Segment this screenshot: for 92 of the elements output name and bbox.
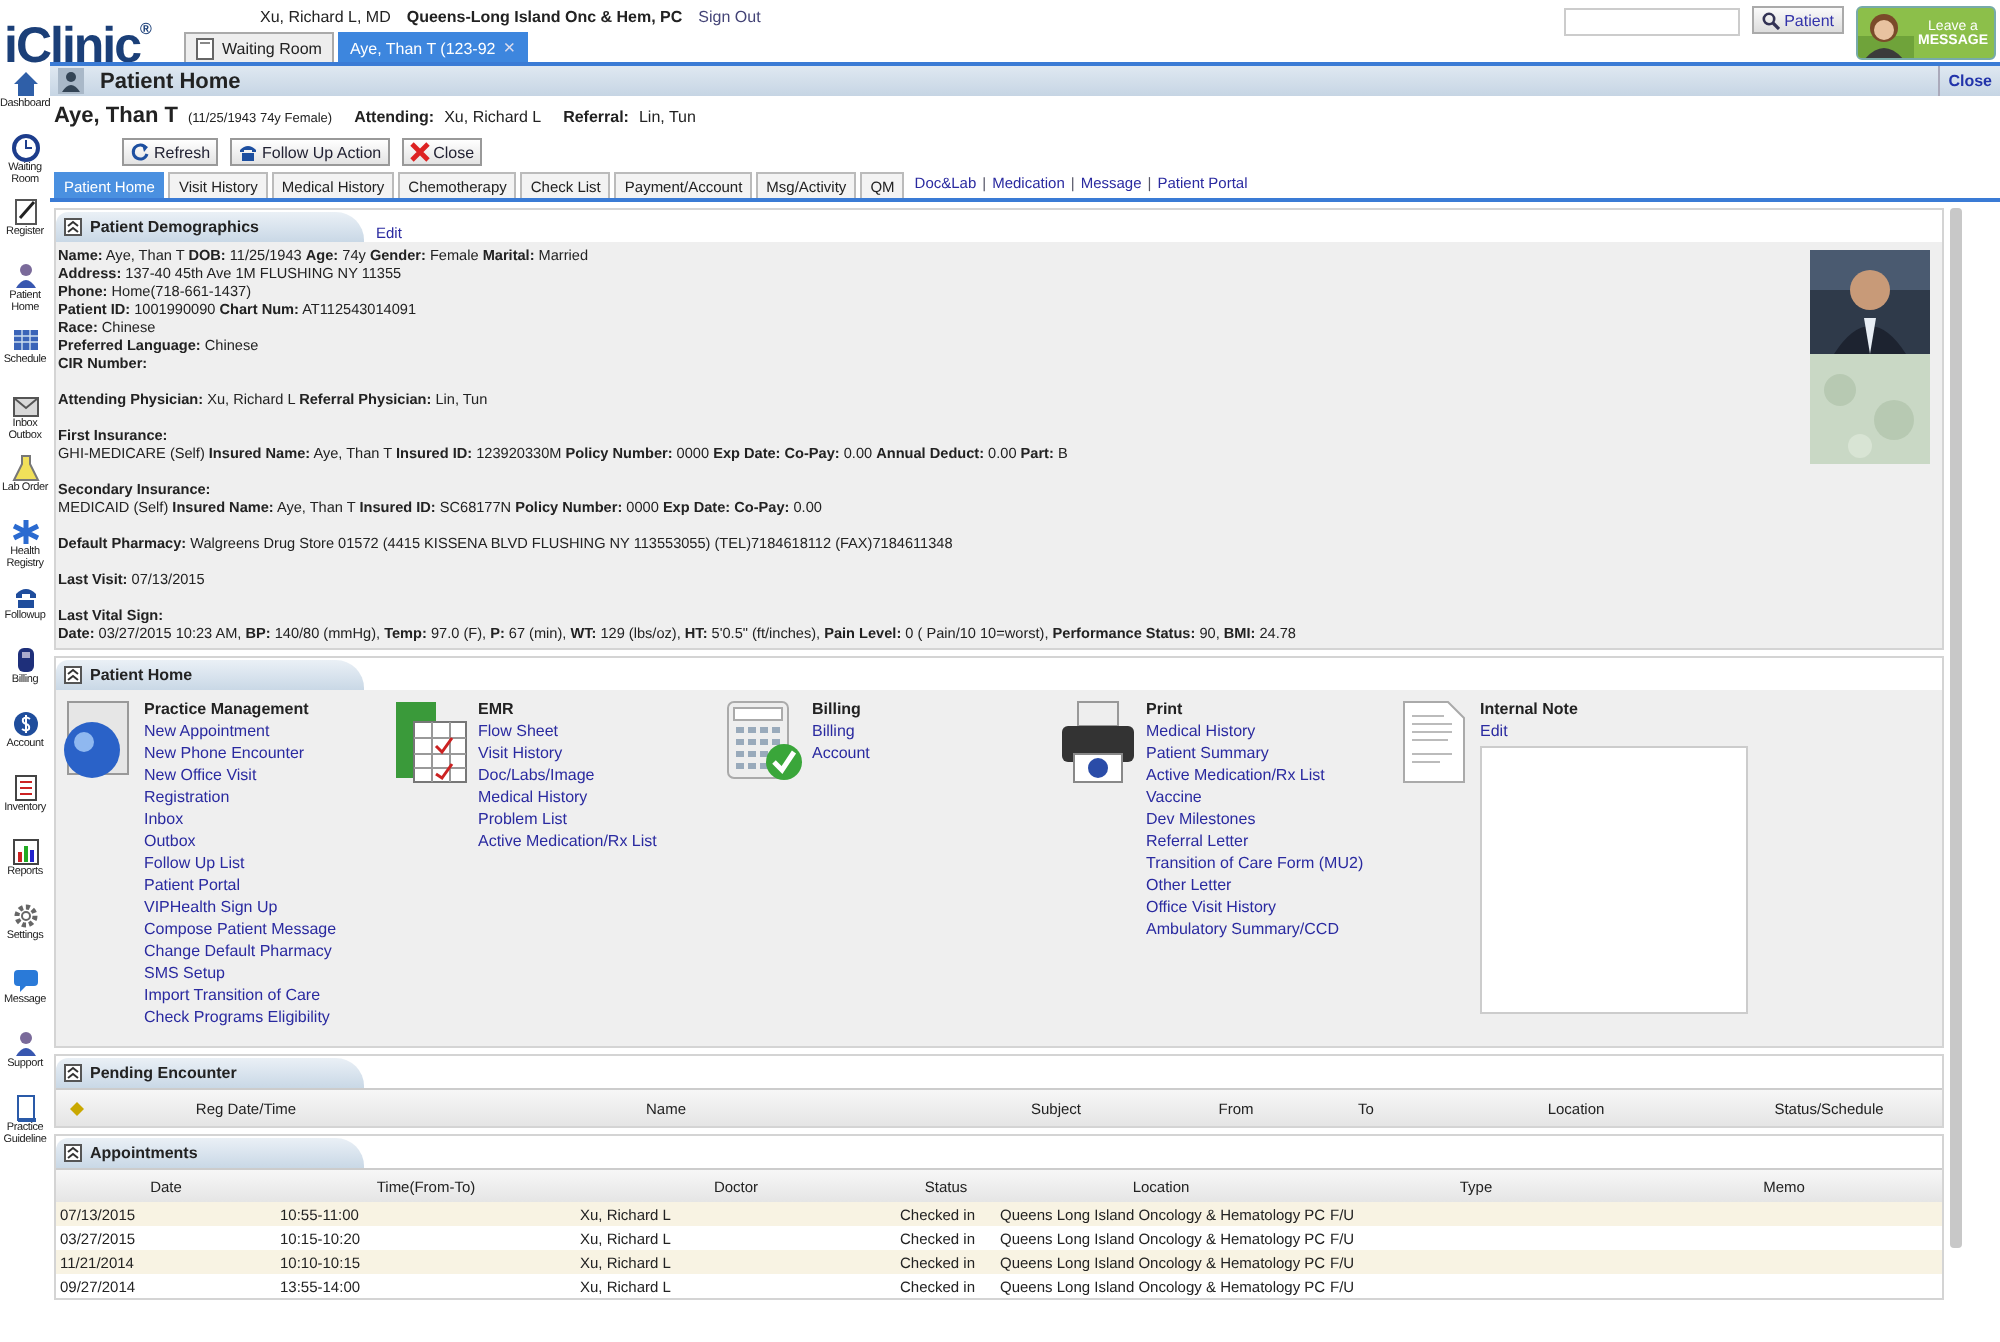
action-link[interactable]: Change Default Pharmacy	[144, 940, 332, 962]
collapse-icon[interactable]	[64, 218, 82, 236]
group-title: Practice Management	[144, 698, 309, 720]
speech-bubble-icon	[11, 966, 39, 994]
person-icon	[11, 1030, 39, 1058]
search-icon	[1762, 11, 1781, 29]
section-title: Patient Demographics	[90, 218, 259, 236]
action-link[interactable]: Other Letter	[1146, 874, 1232, 896]
person-icon	[58, 68, 84, 94]
action-link[interactable]: Patient Portal	[144, 874, 241, 896]
action-link[interactable]: Medical History	[1146, 720, 1256, 742]
collapse-icon[interactable]	[64, 1144, 82, 1162]
tab-label: Aye, Than T (123-92	[349, 39, 496, 57]
action-link[interactable]: Registration	[144, 786, 230, 808]
action-link[interactable]: Referral Letter	[1146, 830, 1249, 852]
action-link[interactable]: Follow Up List	[144, 852, 245, 874]
action-link[interactable]: Outbox	[144, 830, 196, 852]
medical-star-icon	[11, 518, 39, 546]
scrollbar[interactable]	[1950, 208, 1962, 1248]
close-button[interactable]: Close	[1938, 66, 2000, 96]
notepad-icon	[11, 198, 39, 226]
action-link[interactable]: Billing	[812, 720, 855, 742]
collapse-icon[interactable]	[64, 666, 82, 684]
action-link[interactable]: Doc/Labs/Image	[478, 764, 595, 786]
action-link[interactable]: VIPHealth Sign Up	[144, 896, 278, 918]
action-link[interactable]: SMS Setup	[144, 962, 225, 984]
action-link[interactable]: Transition of Care Form (MU2)	[1146, 852, 1364, 874]
diamond-icon	[69, 1101, 83, 1115]
action-link[interactable]: Problem List	[478, 808, 567, 830]
section-title: Appointments	[90, 1144, 198, 1162]
section-title: Pending Encounter	[90, 1064, 237, 1082]
action-link[interactable]: Office Visit History	[1146, 896, 1277, 918]
refresh-icon	[130, 142, 150, 162]
close-icon	[409, 142, 430, 162]
action-link[interactable]: New Phone Encounter	[144, 742, 305, 764]
page-title: Patient Home	[100, 69, 243, 93]
action-link[interactable]: New Appointment	[144, 720, 270, 742]
action-link[interactable]: Edit	[1480, 720, 1508, 742]
sign-out-link[interactable]: Sign Out	[698, 8, 761, 26]
checklist-icon	[11, 774, 39, 802]
bar-chart-icon	[11, 838, 39, 866]
patient-name: Aye, Than T	[54, 104, 178, 128]
phone-icon	[238, 142, 259, 162]
action-link[interactable]: Visit History	[478, 742, 563, 764]
action-link[interactable]: Import Transition of Care	[144, 984, 321, 1006]
settings-icon	[11, 902, 39, 930]
action-link[interactable]: Check Programs Eligibility	[144, 1006, 330, 1028]
refresh-button[interactable]: Refresh	[122, 138, 219, 166]
person-icon	[11, 262, 39, 290]
referral-label: Referral:	[563, 108, 629, 126]
group-title: Print	[1146, 698, 1183, 720]
note-field[interactable]	[1480, 746, 1748, 1014]
action-link[interactable]: Vaccine	[1146, 786, 1202, 808]
practice-name: Queens-Long Island Onc & Hem, PC	[406, 8, 683, 26]
calculator-icon	[724, 698, 804, 786]
action-link[interactable]: Dev Milestones	[1146, 808, 1256, 830]
action-link[interactable]: Active Medication/Rx List	[1146, 764, 1325, 786]
search-field[interactable]	[1564, 8, 1741, 36]
group-title: Internal Note	[1480, 698, 1578, 720]
printer-icon	[1058, 698, 1138, 786]
phone-button[interactable]: Follow Up Action	[230, 138, 390, 166]
action-link[interactable]: New Office Visit	[144, 764, 257, 786]
clock-icon	[11, 134, 39, 162]
window-tab[interactable]: Waiting Room	[184, 32, 334, 62]
action-link[interactable]: Inbox	[144, 808, 184, 830]
window-tab[interactable]: Aye, Than T (123-92 ×	[337, 32, 528, 62]
close-button[interactable]: Close	[401, 138, 483, 166]
group-title: Billing	[812, 698, 861, 720]
action-link[interactable]: Ambulatory Summary/CCD	[1146, 918, 1339, 940]
flask-icon	[11, 454, 39, 482]
home-icon	[11, 70, 39, 98]
patient-search-button[interactable]: Patient	[1752, 6, 1844, 34]
action-link[interactable]: Patient Summary	[1146, 742, 1269, 764]
collapse-icon[interactable]	[64, 1064, 82, 1082]
dollar-icon	[11, 710, 39, 738]
tab-label: Waiting Room	[222, 39, 322, 57]
document-icon	[196, 37, 214, 59]
spreadsheet-icon	[390, 698, 470, 786]
action-link[interactable]: Flow Sheet	[478, 720, 559, 742]
action-link[interactable]: Compose Patient Message	[144, 918, 337, 940]
attending-value: Xu, Richard L	[444, 108, 542, 126]
action-link[interactable]: Medical History	[478, 786, 588, 808]
action-link[interactable]: Account	[812, 742, 870, 764]
section-title: Patient Home	[90, 666, 193, 684]
action-link[interactable]: Active Medication/Rx List	[478, 830, 657, 852]
referral-value: Lin, Tun	[638, 108, 696, 126]
calendar-icon	[11, 326, 39, 354]
logo: iClinic$^{®}$	[2, 16, 151, 62]
group-title: EMR	[478, 698, 514, 720]
document-icon	[11, 1094, 39, 1122]
attending-label: Attending:	[354, 108, 435, 126]
user-name: Xu, Richard L, MD	[260, 8, 391, 26]
